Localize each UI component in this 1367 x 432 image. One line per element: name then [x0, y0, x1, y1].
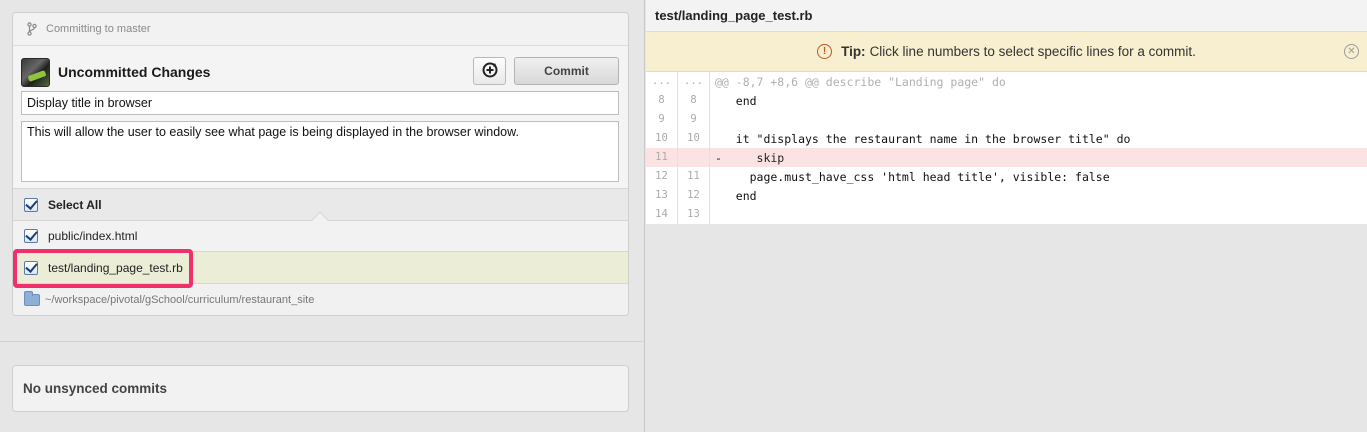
- diff-line: 12 11 page.must_have_css 'html head title…: [646, 167, 1367, 186]
- old-line-number[interactable]: 11: [646, 148, 678, 167]
- diff-code: it "displays the restaurant name in the …: [715, 131, 1131, 146]
- file-name: public/index.html: [48, 229, 138, 243]
- select-all-label: Select All: [48, 197, 102, 212]
- new-line-number[interactable]: 8: [678, 91, 710, 110]
- diff-line: 14 13: [646, 205, 1367, 224]
- tip-label: Tip:: [841, 44, 866, 59]
- new-line-number[interactable]: 12: [678, 186, 710, 205]
- folder-icon: [24, 290, 40, 306]
- close-icon[interactable]: ✕: [1344, 44, 1359, 59]
- old-line-number[interactable]: 10: [646, 129, 678, 148]
- new-line-number[interactable]: 10: [678, 129, 710, 148]
- branch-label: Committing to master: [46, 23, 151, 35]
- left-pane: Committing to master Uncommitted Changes…: [0, 0, 645, 432]
- select-all-checkbox[interactable]: [24, 197, 38, 212]
- old-line-number[interactable]: 8: [646, 91, 678, 110]
- diff-code: page.must_have_css 'html head title', vi…: [715, 169, 1110, 184]
- diff-code: - skip: [715, 150, 785, 165]
- diff-file-title: test/landing_page_test.rb: [646, 0, 1367, 32]
- commit-button[interactable]: Commit: [514, 57, 619, 85]
- diff-view: ...... @@ -8,7 +8,6 @@ describe "Landing …: [646, 72, 1367, 224]
- diff-line: 88 end: [646, 91, 1367, 110]
- branch-icon: [27, 22, 37, 36]
- new-line-number[interactable]: 9: [678, 110, 710, 129]
- file-checkbox[interactable]: [24, 260, 38, 275]
- old-line-number[interactable]: ...: [646, 72, 678, 91]
- file-row-selected[interactable]: test/landing_page_test.rb: [13, 251, 628, 283]
- new-line-number[interactable]: 13: [678, 205, 710, 224]
- avatar: [21, 57, 50, 87]
- tip-text: Click line numbers to select specific li…: [869, 44, 1196, 59]
- diff-line: 13 12 end: [646, 186, 1367, 205]
- diff-line: ...... @@ -8,7 +8,6 @@ describe "Landing …: [646, 72, 1367, 91]
- file-checkbox[interactable]: [24, 229, 38, 243]
- branch-bar: Committing to master: [13, 13, 628, 46]
- old-line-number[interactable]: 12: [646, 167, 678, 186]
- right-pane: test/landing_page_test.rb ! Tip: Click l…: [646, 0, 1367, 432]
- sync-button[interactable]: [473, 57, 506, 85]
- divider: [0, 341, 645, 342]
- new-line-number[interactable]: 11: [678, 167, 710, 186]
- uncommitted-title: Uncommitted Changes: [58, 64, 211, 80]
- old-line-number[interactable]: 13: [646, 186, 678, 205]
- unsynced-commits-panel: No unsynced commits: [12, 365, 629, 412]
- repo-path: ~/workspace/pivotal/gSchool/curriculum/r…: [45, 293, 315, 306]
- diff-line: 10 10 it "displays the restaurant name in…: [646, 129, 1367, 148]
- new-line-number[interactable]: ...: [678, 72, 710, 91]
- diff-code: end: [715, 93, 757, 108]
- diff-line: 11 - skip: [646, 148, 1367, 167]
- info-icon: !: [817, 44, 833, 59]
- diff-code: @@ -8,7 +8,6 @@ describe "Landing page" …: [715, 74, 1006, 89]
- new-line-number[interactable]: [678, 148, 710, 167]
- sync-icon: [481, 61, 499, 82]
- file-name: test/landing_page_test.rb: [48, 260, 183, 275]
- diff-line: 99: [646, 110, 1367, 129]
- commit-description-input[interactable]: This will allow the user to easily see w…: [21, 121, 619, 182]
- commit-panel: Committing to master Uncommitted Changes…: [12, 12, 629, 316]
- diff-code: end: [715, 188, 757, 203]
- uncommitted-header: Uncommitted Changes Commit: [21, 57, 619, 87]
- old-line-number[interactable]: 9: [646, 110, 678, 129]
- commit-summary-input[interactable]: [21, 91, 619, 115]
- old-line-number[interactable]: 14: [646, 205, 678, 224]
- tip-banner: ! Tip: Click line numbers to select spec…: [646, 32, 1367, 72]
- repo-path-row: ~/workspace/pivotal/gSchool/curriculum/r…: [13, 283, 628, 315]
